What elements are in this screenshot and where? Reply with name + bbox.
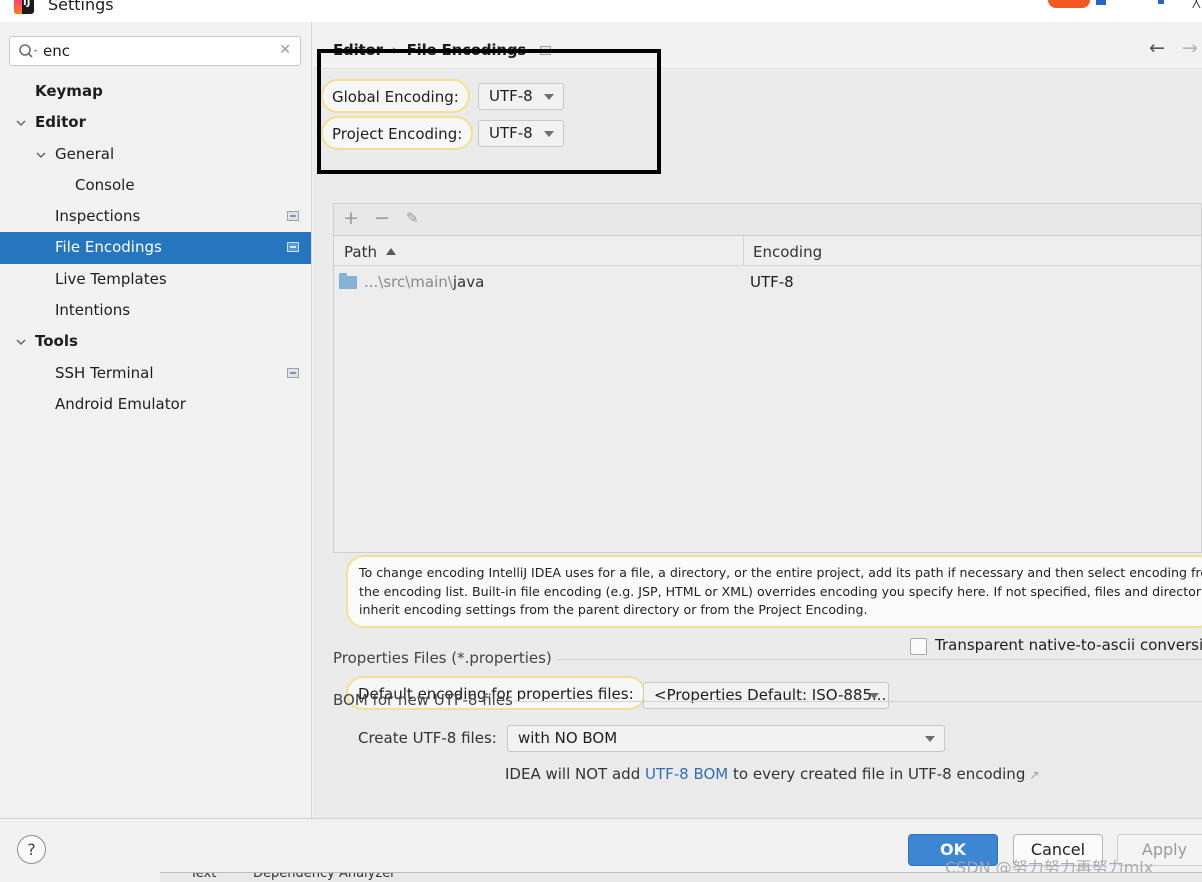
sidebar-item-label: Console: [75, 175, 135, 194]
underlying-window-strip: Text Dependency Analyzer: [160, 872, 1202, 882]
dropdown-arrow-icon: [925, 736, 935, 742]
table-row[interactable]: ...\src\main\java UTF-8: [334, 267, 1201, 298]
sidebar-item-inspections[interactable]: Inspections: [0, 201, 311, 232]
project-encoding-label: Project Encoding:: [321, 116, 474, 150]
chevron-down-icon[interactable]: [16, 118, 26, 128]
create-utf8-value: with NO BOM: [518, 729, 618, 747]
path-column-header[interactable]: Path: [344, 236, 396, 268]
content-header: Editor › File Encodings ← →: [313, 22, 1202, 69]
project-settings-icon: [287, 367, 299, 378]
forward-arrow-icon[interactable]: →: [1182, 37, 1198, 59]
bom-note: IDEA will NOT add UTF-8 BOM to every cre…: [505, 765, 1040, 783]
sort-ascending-icon: [385, 248, 396, 255]
project-settings-icon: [287, 211, 299, 222]
remove-icon[interactable]: −: [374, 207, 390, 229]
sidebar-item-label: SSH Terminal: [55, 363, 154, 382]
edit-pencil-icon[interactable]: ✎: [406, 209, 419, 227]
sidebar-item-label: Editor: [35, 113, 86, 132]
window-close-icon[interactable]: ╳: [1193, 0, 1200, 8]
sidebar-item-keymap[interactable]: Keymap: [0, 76, 311, 107]
create-utf8-label: Create UTF-8 files:: [358, 729, 497, 747]
path-encoding-table[interactable]: Path Encoding ...\src\main\java UTF-8: [333, 235, 1202, 553]
sidebar-item-label: Android Emulator: [55, 394, 186, 413]
dialog-button-bar: ? OK Cancel Apply CSDN @努力努力再努力mlx Text …: [0, 818, 1202, 882]
clear-search-icon[interactable]: ✕: [279, 42, 291, 58]
path-table-toolbar: + − ✎: [333, 203, 1202, 235]
dropdown-arrow-icon: [544, 94, 554, 100]
breadcrumb-current: File Encodings: [406, 41, 527, 59]
sidebar-item-label: File Encodings: [55, 238, 162, 257]
intellij-logo-icon: IJ: [14, 0, 34, 14]
sidebar-item-tools[interactable]: Tools: [0, 326, 311, 357]
sidebar-item-general[interactable]: General: [0, 139, 311, 170]
sidebar-item-label: General: [55, 144, 115, 163]
transparent-conversion-checkbox[interactable]: [910, 638, 927, 655]
sidebar-item-editor[interactable]: Editor: [0, 107, 311, 138]
chevron-down-icon[interactable]: [16, 337, 26, 347]
sidebar-item-label: Keymap: [35, 82, 103, 100]
sidebar-item-file-encodings[interactable]: File Encodings: [0, 232, 311, 264]
breadcrumb: Editor › File Encodings: [333, 41, 552, 59]
utf8-bom-link[interactable]: UTF-8 BOM: [645, 765, 728, 783]
sidebar-item-console[interactable]: Console: [0, 170, 311, 201]
global-encoding-label: Global Encoding:: [321, 79, 470, 113]
underlying-tab-text: Text: [190, 872, 217, 881]
row-path: ...\src\main\java: [364, 273, 485, 291]
add-icon[interactable]: +: [343, 207, 359, 229]
encoding-column-header[interactable]: Encoding: [753, 236, 822, 268]
sidebar-item-intentions[interactable]: Intentions: [0, 295, 311, 326]
window-title: Settings: [48, 0, 114, 14]
breadcrumb-parent[interactable]: Editor: [333, 41, 383, 59]
sidebar-item-label: Tools: [35, 332, 78, 351]
project-scope-icon: [540, 46, 552, 55]
sidebar-item-label: Inspections: [55, 207, 141, 226]
back-arrow-icon[interactable]: ←: [1149, 37, 1165, 59]
row-encoding[interactable]: UTF-8: [750, 267, 794, 298]
title-bar: IJ Settings ╳: [0, 0, 1202, 22]
settings-content: Editor › File Encodings ← → Global Encodin…: [313, 22, 1202, 818]
sidebar-item-label: Intentions: [55, 301, 131, 320]
encoding-info-text: To change encoding IntelliJ IDEA uses fo…: [346, 555, 1202, 628]
settings-search-field[interactable]: ✕: [9, 36, 301, 66]
dropdown-arrow-icon: [544, 131, 554, 137]
settings-tree: Keymap Editor General Console Inspection…: [0, 76, 311, 420]
breadcrumb-separator: ›: [391, 41, 398, 59]
folder-icon: [339, 273, 357, 289]
project-settings-icon: [287, 242, 299, 253]
sidebar-item-label: Live Templates: [55, 269, 167, 288]
chevron-down-icon[interactable]: [36, 150, 46, 160]
browser-logo-fragment: [1048, 0, 1198, 8]
search-icon: [19, 44, 37, 58]
table-header: Path Encoding: [334, 236, 1201, 266]
global-encoding-select[interactable]: UTF-8: [478, 83, 564, 110]
underlying-tab-dependency-analyzer: Dependency Analyzer: [253, 872, 396, 881]
help-button[interactable]: ?: [17, 835, 46, 864]
sidebar-item-live-templates[interactable]: Live Templates: [0, 264, 311, 295]
settings-sidebar: ✕ Keymap Editor General Console Inspecti…: [0, 22, 312, 818]
create-utf8-select[interactable]: with NO BOM: [507, 725, 945, 752]
sidebar-item-android-emulator[interactable]: Android Emulator: [0, 389, 311, 420]
properties-default-encoding-select[interactable]: <Properties Default: ISO-885...: [643, 682, 889, 709]
external-link-icon[interactable]: ↗: [1029, 768, 1039, 782]
global-encoding-value: UTF-8: [489, 87, 533, 105]
project-encoding-select[interactable]: UTF-8: [478, 120, 564, 147]
properties-section-title: Properties Files (*.properties): [333, 649, 552, 667]
dropdown-arrow-icon: [869, 693, 879, 699]
sidebar-item-ssh-terminal[interactable]: SSH Terminal: [0, 358, 311, 389]
search-input[interactable]: [43, 41, 273, 61]
project-encoding-value: UTF-8: [489, 124, 533, 142]
bom-section-title: BOM for new UTF-8 files: [333, 691, 513, 709]
transparent-conversion-label: Transparent native-to-ascii conversion: [935, 636, 1202, 654]
